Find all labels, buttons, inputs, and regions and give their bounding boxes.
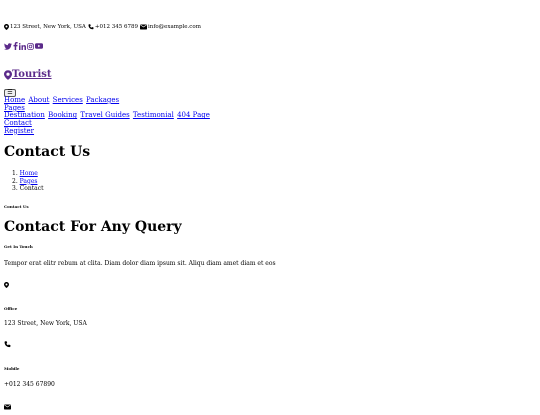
topbar-email-text: info@example.com — [148, 24, 201, 30]
breadcrumb-number: 3. — [12, 185, 18, 192]
nav-item-booking[interactable]: Booking — [48, 111, 77, 120]
email-icon-wrap — [4, 396, 11, 415]
topbar: 123 Street, New York, USA +012 345 6789 … — [4, 23, 203, 31]
breadcrumb-link-pages[interactable]: Pages — [20, 178, 38, 185]
nav-item-404-page[interactable]: 404 Page — [177, 111, 210, 120]
nav-item-travel-guides[interactable]: Travel Guides — [80, 111, 129, 120]
section-label: Contact Us — [4, 204, 29, 209]
map-marker-icon — [4, 281, 9, 288]
linkedin-icon[interactable] — [19, 42, 26, 50]
nav-item-register[interactable]: Register — [4, 127, 34, 135]
page-title: Contact Us — [4, 144, 91, 160]
nav-item-home[interactable]: Home — [4, 96, 25, 104]
mobile-label: Mobile — [4, 366, 20, 371]
topbar-email: info@example.com — [140, 23, 201, 31]
breadcrumb-item: 2. Pages — [12, 178, 43, 186]
nav-item-testimonial[interactable]: Testimonial — [133, 111, 174, 120]
map-marker-icon — [4, 69, 12, 80]
nav-item-about[interactable]: About — [28, 96, 49, 104]
twitter-icon[interactable] — [4, 42, 12, 50]
brand[interactable]: Tourist — [4, 69, 52, 80]
facebook-icon[interactable] — [13, 42, 18, 50]
topbar-address: 123 Street, New York, USA — [4, 23, 86, 31]
nav-row-2: Destination Booking Travel Guides Testim… — [4, 112, 211, 120]
breadcrumb-link-home[interactable]: Home — [20, 170, 38, 177]
youtube-icon[interactable] — [35, 43, 43, 49]
section-title: Contact For Any Query — [4, 219, 182, 235]
nav-item-contact[interactable]: Contact — [4, 119, 32, 127]
office-icon-wrap — [4, 274, 9, 293]
nav-item-services[interactable]: Services — [53, 96, 83, 104]
get-in-touch-label: Get In Touch — [4, 244, 33, 249]
envelope-icon — [4, 404, 11, 409]
breadcrumb-current: Contact — [19, 185, 44, 192]
phone-icon — [4, 341, 11, 348]
social-links — [4, 42, 44, 50]
office-label: Office — [4, 306, 18, 311]
get-in-touch-text: Tempor erat elitr rebum at clita. Diam d… — [4, 260, 276, 267]
nav-row-contact: Contact — [4, 119, 211, 128]
topbar-phone: +012 345 6789 — [88, 23, 138, 31]
brand-name[interactable]: Tourist — [12, 69, 52, 80]
breadcrumb-number: 2. — [12, 177, 18, 185]
breadcrumb-item: 1. Home — [12, 170, 43, 178]
nav-item-packages[interactable]: Packages — [86, 96, 119, 104]
nav-row-register: Register — [4, 127, 211, 136]
map-marker-icon — [4, 24, 9, 30]
main-nav: Home About Services Packages Pages Desti… — [4, 96, 211, 136]
phone-icon — [88, 24, 94, 30]
envelope-icon — [140, 24, 148, 30]
instagram-icon[interactable] — [27, 42, 34, 50]
mobile-number: +012 345 67890 — [4, 381, 55, 388]
breadcrumb-number: 1. — [12, 170, 18, 177]
topbar-phone-text: +012 345 6789 — [94, 24, 139, 30]
office-address: 123 Street, New York, USA — [4, 320, 87, 327]
breadcrumb-item: 3. Contact — [12, 185, 43, 193]
mobile-icon-wrap — [4, 334, 11, 353]
topbar-address-text: 123 Street, New York, USA — [10, 24, 86, 30]
nav-row-1: Home About Services Packages — [4, 96, 211, 105]
breadcrumb: 1. Home 2. Pages 3. Contact — [12, 170, 43, 193]
